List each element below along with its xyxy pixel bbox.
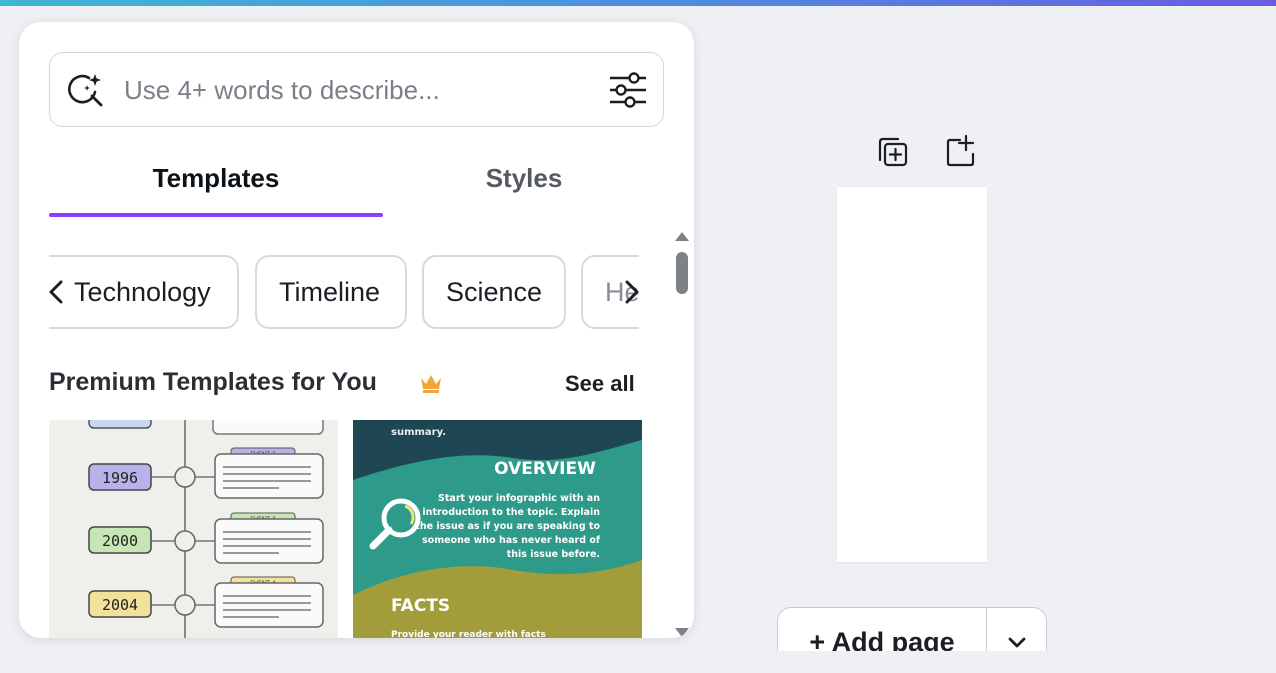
chip-science[interactable]: Science [422, 255, 566, 329]
active-tab-indicator [49, 213, 383, 217]
search-input[interactable] [124, 71, 594, 109]
design-page-canvas[interactable] [837, 187, 987, 562]
templates-panel: Templates Styles Technology Timeline Sci… [19, 22, 694, 638]
tab-styles[interactable]: Styles [369, 152, 679, 217]
scroll-down-arrow[interactable] [675, 628, 689, 637]
facts-line: Provide your reader with facts [391, 630, 546, 638]
year-label-3: 2004 [102, 596, 138, 614]
facts-title: FACTS [391, 596, 450, 616]
scroll-up-arrow[interactable] [675, 232, 689, 241]
template-thumbnail-overview[interactable]: summary. OVERVIEW Start your infographic… [353, 420, 642, 638]
overview-line-1: Start your infographic with an [438, 493, 600, 504]
section-title: Premium Templates for You [49, 368, 377, 396]
summary-text: summary. [391, 427, 446, 438]
overview-title: OVERVIEW [494, 459, 596, 479]
chip-technology[interactable]: Technology [49, 255, 239, 329]
overview-line-2: introduction to the topic. Explain [422, 507, 600, 518]
add-page-control: + Add page [777, 607, 1047, 658]
chip-timeline[interactable]: Timeline [255, 255, 407, 329]
chevron-right-icon[interactable] [619, 274, 647, 310]
overview-line-4: someone who has never heard of [422, 535, 601, 546]
magic-search-icon [68, 74, 103, 107]
overview-line-3: the issue as if you are speaking to [415, 521, 600, 532]
sliders-icon[interactable] [608, 71, 648, 109]
add-page-icon[interactable] [944, 134, 978, 168]
timeline-template-preview: 1996 EVENT 2 2000 EVENT 3 [49, 420, 338, 638]
overview-template-preview: summary. OVERVIEW Start your infographic… [353, 420, 642, 638]
scrollbar[interactable] [673, 230, 689, 638]
crown-icon [421, 375, 441, 393]
overview-line-5: this issue before. [507, 549, 600, 560]
top-gradient-bar [0, 0, 1276, 6]
see-all-link[interactable]: See all [565, 371, 635, 397]
duplicate-page-icon[interactable] [876, 136, 910, 170]
scrollbar-thumb[interactable] [676, 252, 688, 294]
chevron-left-icon[interactable] [41, 274, 69, 310]
bottom-edge [0, 651, 1276, 673]
category-chips: Technology Timeline Science He [49, 254, 639, 330]
tab-templates[interactable]: Templates [49, 152, 383, 217]
year-label-1: 1996 [102, 469, 138, 487]
panel-tabs: Templates Styles [49, 152, 664, 217]
search-box [49, 52, 664, 127]
template-thumbnail-timeline[interactable]: 1996 EVENT 2 2000 EVENT 3 [49, 420, 338, 638]
year-label-2: 2000 [102, 532, 138, 550]
page-actions [876, 134, 986, 172]
